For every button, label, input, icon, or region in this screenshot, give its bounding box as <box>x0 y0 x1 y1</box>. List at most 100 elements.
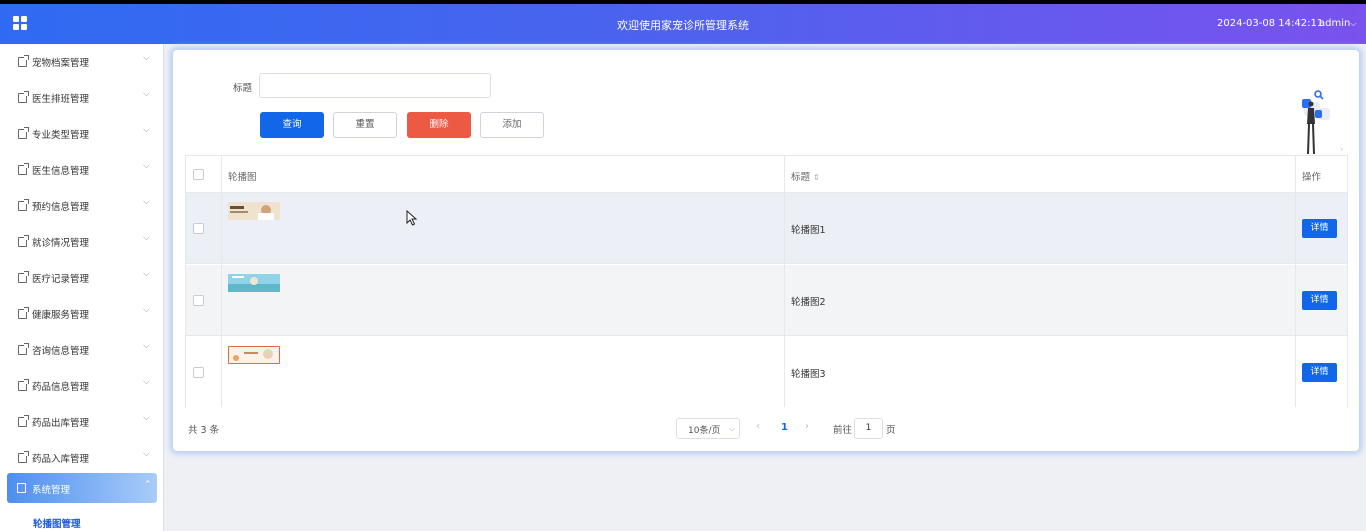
mouse-cursor-icon <box>406 210 418 226</box>
sidebar-item-label: 系统管理 <box>32 485 71 496</box>
column-header-actions: 操作 <box>1302 172 1322 183</box>
document-icon <box>18 55 29 67</box>
carousel-table: 轮播图 标题 ⇕ 操作 轮播图1 详情 轮播图2 详情 轮播图3 详情 <box>185 155 1348 408</box>
chevron-down-icon: ⌵ <box>143 53 150 63</box>
sidebar-item-pet-records[interactable]: 宠物档案管理 ⌵ <box>0 44 163 80</box>
sidebar-item-drug-info[interactable]: 药品信息管理 ⌵ <box>0 368 163 404</box>
search-illustration: › <box>1302 90 1344 155</box>
pagination-total: 共 3 条 <box>188 425 220 436</box>
document-icon <box>18 127 29 139</box>
column-divider <box>784 156 785 407</box>
chevron-down-icon: ⌵ <box>143 305 150 315</box>
query-button[interactable]: 查询 <box>260 112 324 138</box>
carousel-thumbnail-image <box>228 274 280 292</box>
sidebar-item-drug-inbound[interactable]: 药品入库管理 ⌵ <box>0 440 163 476</box>
sidebar-item-label: 医疗记录管理 <box>32 274 90 285</box>
sidebar-item-consultations[interactable]: 咨询信息管理 ⌵ <box>0 332 163 368</box>
search-title-label: 标题 <box>233 83 253 94</box>
carousel-thumbnail-image <box>228 202 280 220</box>
sidebar-item-label: 医生排班管理 <box>32 94 90 105</box>
sidebar-item-appointments[interactable]: 预约信息管理 ⌵ <box>0 188 163 224</box>
sidebar-item-doctor-schedule[interactable]: 医生排班管理 ⌵ <box>0 80 163 116</box>
sidebar-subitem-carousel[interactable]: 轮播图管理 <box>33 516 81 530</box>
select-all-checkbox[interactable] <box>193 169 204 180</box>
sidebar-item-doctor-info[interactable]: 医生信息管理 ⌵ <box>0 152 163 188</box>
row-checkbox[interactable] <box>193 295 204 306</box>
add-button[interactable]: 添加 <box>480 112 544 138</box>
app-title: 欢迎使用家宠诊所管理系统 <box>617 19 749 32</box>
table-row: 轮播图2 详情 <box>186 265 1347 336</box>
column-divider <box>221 156 222 407</box>
sidebar-item-label: 医生信息管理 <box>32 166 90 177</box>
row-title: 轮播图1 <box>791 225 826 236</box>
document-icon <box>18 163 29 175</box>
sidebar-item-label: 就诊情况管理 <box>32 238 90 249</box>
chevron-up-icon: ⌃ <box>144 480 152 490</box>
document-icon <box>18 451 29 463</box>
sidebar-item-visits[interactable]: 就诊情况管理 ⌵ <box>0 224 163 260</box>
row-title: 轮播图3 <box>791 369 826 380</box>
datetime-display: 2024-03-08 14:42:11 <box>1217 18 1324 29</box>
goto-unit-label: 页 <box>886 425 896 436</box>
sidebar-item-drug-outbound[interactable]: 药品出库管理 ⌵ <box>0 404 163 440</box>
document-icon <box>18 379 29 391</box>
sidebar-item-label: 药品信息管理 <box>32 382 90 393</box>
chevron-down-icon: ⌵ <box>143 161 150 171</box>
chevron-down-icon: ⌵ <box>143 89 150 99</box>
sidebar-item-label: 药品出库管理 <box>32 418 90 429</box>
sidebar-item-system[interactable]: 系统管理 ⌃ <box>7 473 157 503</box>
goto-page-input[interactable]: 1 <box>854 418 883 439</box>
table-row: 轮播图1 详情 <box>186 193 1347 264</box>
chevron-down-icon: ⌵ <box>143 197 150 207</box>
username: admin <box>1319 18 1351 29</box>
sidebar: 宠物档案管理 ⌵ 医生排班管理 ⌵ 专业类型管理 ⌵ 医生信息管理 ⌵ 预约信息… <box>0 44 164 531</box>
sidebar-item-label: 咨询信息管理 <box>32 346 90 357</box>
column-header-image: 轮播图 <box>228 172 257 183</box>
chevron-down-icon: ⌵ <box>143 449 150 459</box>
sidebar-item-health-services[interactable]: 健康服务管理 ⌵ <box>0 296 163 332</box>
sidebar-item-medical-records[interactable]: 医疗记录管理 ⌵ <box>0 260 163 296</box>
chevron-down-icon: ⌵ <box>143 377 150 387</box>
sidebar-item-specialty-types[interactable]: 专业类型管理 ⌵ <box>0 116 163 152</box>
table-header: 轮播图 标题 ⇕ 操作 <box>186 156 1347 193</box>
chevron-down-icon: ⌵ <box>729 424 736 433</box>
chevron-down-icon: ⌵ <box>143 125 150 135</box>
detail-button[interactable]: 详情 <box>1302 363 1337 382</box>
sidebar-item-label: 药品入库管理 <box>32 454 90 465</box>
user-dropdown-icon: ⌵ <box>1350 19 1357 28</box>
chevron-down-icon: ⌵ <box>143 341 150 351</box>
document-icon <box>18 415 29 427</box>
user-menu[interactable]: admin⌵ <box>1319 18 1356 29</box>
svg-text:›: › <box>1340 145 1344 155</box>
sidebar-item-label: 预约信息管理 <box>32 202 90 213</box>
document-icon <box>18 235 29 247</box>
goto-label: 前往 <box>833 425 853 436</box>
document-icon <box>18 91 29 103</box>
next-page-button[interactable]: › <box>805 421 809 432</box>
page-number-current[interactable]: 1 <box>781 422 788 433</box>
sidebar-item-label: 宠物档案管理 <box>32 58 90 69</box>
row-checkbox[interactable] <box>193 223 204 234</box>
column-divider <box>1295 156 1296 407</box>
prev-page-button[interactable]: ‹ <box>756 421 760 432</box>
sort-icon[interactable]: ⇕ <box>813 173 820 182</box>
document-icon <box>18 271 29 283</box>
search-title-input[interactable] <box>259 73 491 98</box>
column-header-title[interactable]: 标题 ⇕ <box>791 169 820 183</box>
sidebar-item-label: 健康服务管理 <box>32 310 90 321</box>
row-checkbox[interactable] <box>193 367 204 378</box>
page-size-select[interactable]: 10条/页 ⌵ <box>676 418 740 439</box>
chevron-down-icon: ⌵ <box>143 413 150 423</box>
reset-button[interactable]: 重置 <box>333 112 397 138</box>
chevron-down-icon: ⌵ <box>143 269 150 279</box>
detail-button[interactable]: 详情 <box>1302 219 1337 238</box>
detail-button[interactable]: 详情 <box>1302 291 1337 310</box>
page-size-value: 10条/页 <box>688 426 721 436</box>
carousel-thumbnail-image <box>228 346 280 364</box>
document-icon <box>18 307 29 319</box>
chevron-down-icon: ⌵ <box>143 233 150 243</box>
image-icon <box>17 483 26 493</box>
delete-button[interactable]: 删除 <box>407 112 471 138</box>
column-header-title-label: 标题 <box>791 172 811 183</box>
row-title: 轮播图2 <box>791 297 826 308</box>
